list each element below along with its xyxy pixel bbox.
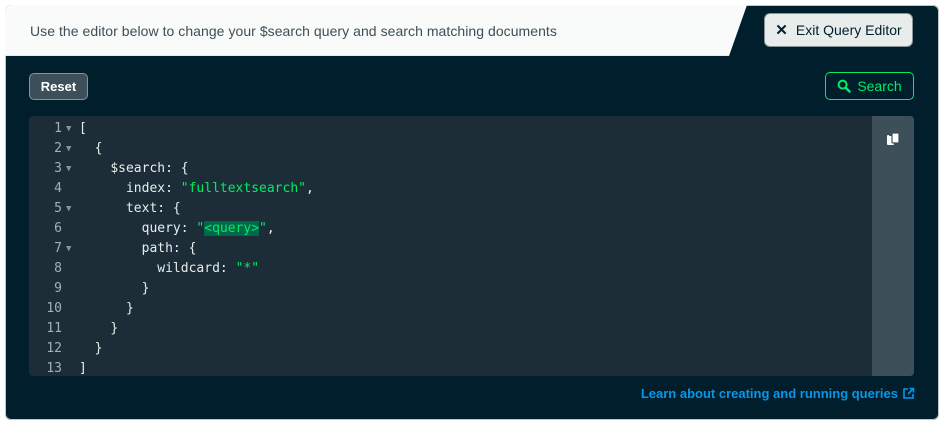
fold-toggle-icon[interactable]: ▼ bbox=[65, 159, 79, 179]
line-number: 10 bbox=[46, 301, 62, 316]
line-number: 13 bbox=[46, 361, 62, 376]
code-text: } bbox=[79, 319, 118, 339]
code-token: } bbox=[125, 301, 134, 316]
exit-query-editor-button[interactable]: ✕ Exit Query Editor bbox=[764, 13, 913, 47]
line-number: 9 bbox=[54, 281, 62, 296]
code-token: } bbox=[94, 341, 103, 356]
editor-side-panel bbox=[872, 116, 914, 376]
fold-toggle-icon[interactable]: ▼ bbox=[65, 119, 79, 139]
code-token: index: bbox=[125, 181, 181, 196]
code-token: query: bbox=[141, 221, 197, 236]
code-lines: 1 ▼[2 ▼ {3 ▼ $search: {4 index: "fulltextse… bbox=[29, 119, 314, 376]
line-number: 7 bbox=[54, 241, 62, 256]
code-token: , bbox=[306, 181, 314, 196]
code-line[interactable]: 12 } bbox=[29, 339, 314, 359]
query-placeholder: <query> bbox=[204, 221, 260, 236]
code-editor[interactable]: 1 ▼[2 ▼ {3 ▼ $search: {4 index: "fulltextse… bbox=[29, 116, 914, 376]
reset-button[interactable]: Reset bbox=[29, 73, 88, 100]
code-line[interactable]: 7 ▼ path: { bbox=[29, 239, 314, 259]
code-token: wildcard: bbox=[157, 261, 236, 276]
code-token: , bbox=[266, 221, 275, 236]
close-icon: ✕ bbox=[775, 21, 788, 39]
string-token: "fulltextsearch" bbox=[180, 181, 306, 196]
line-number: 4 bbox=[54, 181, 62, 196]
query-editor-panel: Use the editor below to change your $sea… bbox=[5, 5, 939, 420]
code-line[interactable]: 11 } bbox=[29, 319, 314, 339]
code-line[interactable]: 2 ▼ { bbox=[29, 139, 314, 159]
editor-description: Use the editor below to change your $sea… bbox=[30, 23, 557, 39]
code-text: text: { bbox=[79, 199, 181, 219]
code-token: } bbox=[110, 321, 119, 336]
magnifier-icon bbox=[837, 79, 852, 93]
string-token: "*" bbox=[235, 261, 260, 276]
code-token: [ bbox=[79, 121, 87, 136]
code-text: $search: { bbox=[79, 159, 189, 179]
learn-link-label: Learn about creating and running queries bbox=[640, 386, 898, 401]
code-text: } bbox=[79, 279, 150, 299]
code-line[interactable]: 10 } bbox=[29, 299, 314, 319]
code-line[interactable]: 1 ▼[ bbox=[29, 119, 314, 139]
search-button[interactable]: Search bbox=[825, 72, 914, 100]
line-number: 1 bbox=[54, 121, 62, 136]
code-line[interactable]: 9 } bbox=[29, 279, 314, 299]
code-text: path: { bbox=[79, 239, 197, 259]
code-token: { bbox=[94, 141, 103, 156]
code-line[interactable]: 13] bbox=[29, 359, 314, 376]
code-token: text: { bbox=[125, 201, 181, 216]
exit-button-label: Exit Query Editor bbox=[795, 22, 902, 38]
line-number: 3 bbox=[54, 161, 62, 176]
line-number: 11 bbox=[46, 321, 62, 336]
description-tab-bar: Use the editor below to change your $sea… bbox=[5, 5, 939, 56]
string-token: " bbox=[259, 221, 267, 236]
line-number: 2 bbox=[54, 141, 62, 156]
line-number: 8 bbox=[54, 261, 62, 276]
search-button-label: Search bbox=[857, 78, 902, 94]
learn-queries-link[interactable]: Learn about creating and running queries bbox=[641, 386, 915, 401]
code-text: query: "<query>", bbox=[79, 219, 275, 239]
code-token: $search: { bbox=[110, 161, 189, 176]
code-text: ] bbox=[79, 359, 87, 376]
code-text: wildcard: "*" bbox=[79, 259, 259, 279]
code-line[interactable]: 5 ▼ text: { bbox=[29, 199, 314, 219]
code-token: } bbox=[141, 281, 150, 296]
code-text: { bbox=[79, 139, 103, 159]
code-text: } bbox=[79, 299, 134, 319]
code-text: index: "fulltextsearch", bbox=[79, 179, 314, 199]
code-line[interactable]: 6 query: "<query>", bbox=[29, 219, 314, 239]
code-text: } bbox=[79, 339, 103, 359]
external-link-icon bbox=[903, 387, 915, 399]
fold-toggle-icon[interactable]: ▼ bbox=[65, 199, 79, 219]
code-token: path: { bbox=[141, 241, 197, 256]
fold-toggle-icon[interactable]: ▼ bbox=[65, 139, 79, 159]
code-line[interactable]: 8 wildcard: "*" bbox=[29, 259, 314, 279]
fold-toggle-icon[interactable]: ▼ bbox=[65, 239, 79, 259]
code-line[interactable]: 3 ▼ $search: { bbox=[29, 159, 314, 179]
line-number: 12 bbox=[46, 341, 62, 356]
line-number: 6 bbox=[54, 221, 62, 236]
copy-icon[interactable] bbox=[886, 132, 901, 147]
line-number: 5 bbox=[54, 201, 62, 216]
code-line[interactable]: 4 index: "fulltextsearch", bbox=[29, 179, 314, 199]
code-text: [ bbox=[79, 119, 87, 139]
code-token: ] bbox=[79, 361, 87, 376]
